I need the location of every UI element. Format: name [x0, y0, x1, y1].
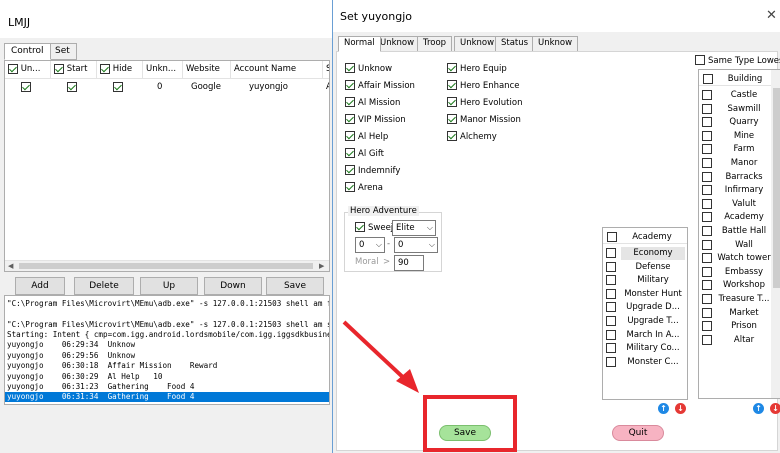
annotation-arrow — [342, 320, 419, 393]
annotation-highlight-box — [423, 395, 517, 452]
tab-normal[interactable]: Normal — [338, 36, 381, 52]
tab-control[interactable]: Control — [4, 43, 51, 60]
